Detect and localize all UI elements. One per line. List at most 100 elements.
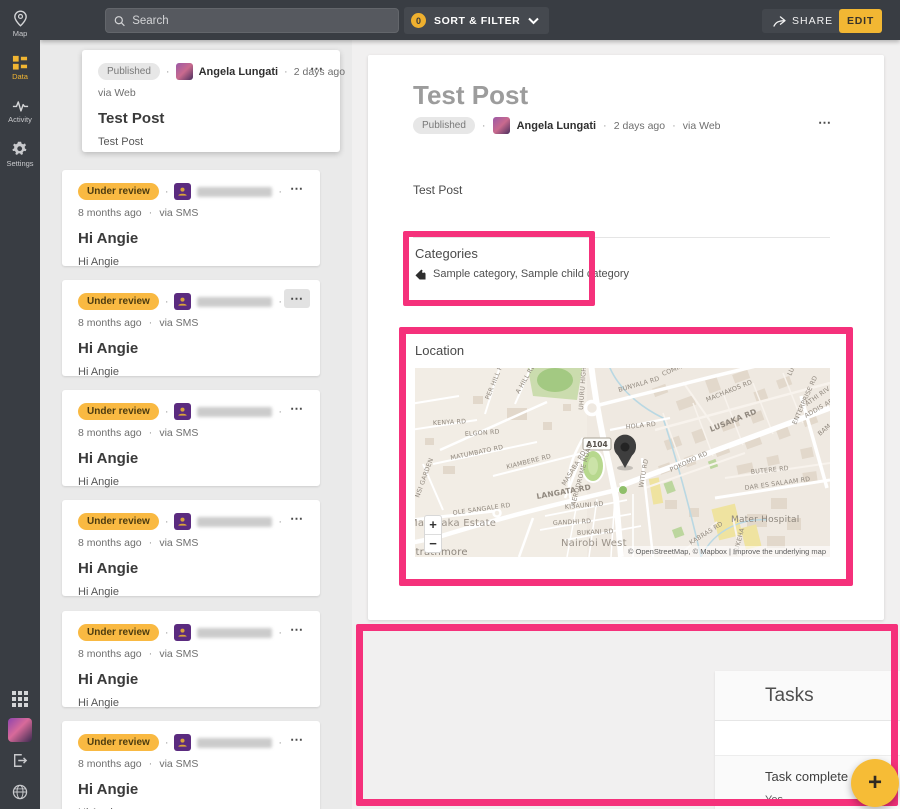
- redacted-author: [197, 407, 272, 417]
- post-title: Hi Angie: [78, 230, 306, 247]
- divider: [413, 237, 830, 238]
- author-avatar: [493, 117, 510, 134]
- redacted-author: [197, 297, 272, 307]
- avatar-image: [8, 718, 32, 742]
- post-channel: via Web: [683, 120, 721, 132]
- tasks-heading: Tasks: [715, 671, 900, 721]
- person-icon: [177, 406, 188, 417]
- detail-more-button[interactable]: ⋯: [818, 115, 832, 131]
- post-title: Hi Angie: [78, 560, 306, 577]
- status-badge: Under review: [78, 624, 159, 641]
- search-icon: [114, 15, 125, 27]
- post-title: Hi Angie: [78, 781, 306, 798]
- sms-avatar: [174, 293, 191, 310]
- map-pin-icon: [13, 10, 28, 27]
- more-button[interactable]: ⋯: [284, 730, 310, 749]
- roundabout: [586, 402, 599, 415]
- zoom-in-button[interactable]: +: [425, 516, 441, 534]
- post-card[interactable]: Under review · · ⋯ 8 months ago·via SMS …: [62, 611, 320, 707]
- map-canvas: A104 KENYA RDELGON RDMATUMBATO RDKIAMBER…: [415, 368, 830, 557]
- topbar: 0 SORT & FILTER SHARE EDIT: [40, 0, 900, 40]
- person-icon: [177, 627, 188, 638]
- location-map[interactable]: A104 KENYA RDELGON RDMATUMBATO RDKIAMBER…: [415, 368, 830, 557]
- share-arrow-icon: [773, 16, 786, 27]
- sms-avatar: [174, 183, 191, 200]
- post-card[interactable]: Under review · · ⋯ 8 months ago·via SMS …: [62, 390, 320, 486]
- post-list: Published · Angela Lungati · 2 days ago …: [40, 40, 352, 809]
- edit-button[interactable]: EDIT: [839, 9, 882, 33]
- post-detail-card: Test Post Published · Angela Lungati · 2…: [368, 55, 884, 620]
- more-button[interactable]: ⋯: [304, 59, 330, 78]
- redacted-author: [197, 187, 272, 197]
- sidebar-item-settings[interactable]: Settings: [0, 141, 40, 168]
- person-icon: [177, 296, 188, 307]
- search-field[interactable]: [132, 15, 390, 27]
- status-badge: Under review: [78, 293, 159, 310]
- post-detail-panel: Test Post Published · Angela Lungati · 2…: [352, 40, 900, 809]
- tasks-tab-bar: Sample task: [715, 721, 900, 756]
- detail-body: Test Post: [413, 183, 462, 197]
- detail-title: Test Post: [413, 80, 528, 111]
- share-button[interactable]: SHARE: [762, 9, 844, 33]
- sidebar: Map Data Activity Settings: [0, 0, 40, 809]
- data-list-icon: [12, 55, 28, 70]
- gear-icon: [12, 141, 28, 157]
- status-badge: Under review: [78, 513, 159, 530]
- apps-grid-button[interactable]: [0, 691, 40, 707]
- more-button[interactable]: ⋯: [284, 620, 310, 639]
- logout-button[interactable]: [0, 753, 40, 768]
- share-label: SHARE: [792, 15, 833, 27]
- status-badge: Under review: [78, 734, 159, 751]
- apps-grid-icon: [12, 691, 28, 707]
- sidebar-item-activity[interactable]: Activity: [0, 99, 40, 124]
- categories-heading: Categories: [415, 246, 478, 261]
- person-icon: [177, 737, 188, 748]
- categories-row: Sample category, Sample child category: [415, 268, 629, 280]
- status-badge: Under review: [78, 403, 159, 420]
- more-button[interactable]: ⋯: [284, 289, 310, 308]
- sort-filter-button[interactable]: 0 SORT & FILTER: [404, 7, 549, 34]
- categories-values: Sample category, Sample child category: [433, 268, 629, 280]
- post-title: Hi Angie: [78, 340, 306, 357]
- user-avatar[interactable]: [0, 718, 40, 742]
- map-zoom-control[interactable]: + −: [424, 515, 442, 553]
- sms-avatar: [174, 513, 191, 530]
- sidebar-item-map[interactable]: Map: [0, 10, 40, 38]
- person-icon: [177, 186, 188, 197]
- post-channel: via Web: [98, 87, 136, 99]
- sms-avatar: [174, 734, 191, 751]
- post-card[interactable]: Under review · · ⋯ 8 months ago·via SMS …: [62, 170, 320, 266]
- more-button[interactable]: ⋯: [284, 399, 310, 418]
- redacted-author: [197, 517, 272, 527]
- post-excerpt: Test Post: [98, 136, 326, 148]
- sort-filter-label: SORT & FILTER: [434, 15, 520, 27]
- activity-pulse-icon: [12, 99, 29, 113]
- post-excerpt: Hi Angie: [78, 697, 306, 709]
- post-card-selected[interactable]: Published · Angela Lungati · 2 days ago …: [82, 50, 340, 152]
- filter-count-badge: 0: [411, 13, 426, 28]
- post-card[interactable]: Under review · · ⋯ 8 months ago·via SMS …: [62, 500, 320, 596]
- more-button[interactable]: ⋯: [284, 179, 310, 198]
- sidebar-item-data[interactable]: Data: [0, 55, 40, 81]
- post-card[interactable]: Under review · · ⋯ 8 months ago·via SMS …: [62, 721, 320, 809]
- more-button[interactable]: ⋯: [284, 509, 310, 528]
- sms-avatar: [174, 403, 191, 420]
- zoom-out-button[interactable]: −: [425, 535, 441, 553]
- post-excerpt: Hi Angie: [78, 366, 306, 378]
- sms-avatar: [174, 624, 191, 641]
- add-post-fab[interactable]: +: [851, 759, 899, 807]
- language-globe-button[interactable]: [0, 784, 40, 800]
- author-name: Angela Lungati: [199, 66, 278, 78]
- map-attribution[interactable]: © OpenStreetMap, © Mapbox | Improve the …: [624, 546, 830, 557]
- globe-icon: [12, 784, 28, 800]
- app-window: 0 SORT & FILTER SHARE EDIT Map Data Acti…: [0, 0, 900, 809]
- search-input[interactable]: [105, 8, 399, 33]
- svg-text:Mater Hospital: Mater Hospital: [731, 515, 799, 525]
- post-title: Test Post: [98, 110, 326, 127]
- junction-green: [619, 486, 627, 494]
- chevron-down-icon: [528, 17, 539, 25]
- author-avatar: [176, 63, 193, 80]
- post-title: Hi Angie: [78, 450, 306, 467]
- post-card[interactable]: Under review · · ⋯ 8 months ago·via SMS …: [62, 280, 320, 376]
- post-time: 2 days ago: [614, 120, 665, 132]
